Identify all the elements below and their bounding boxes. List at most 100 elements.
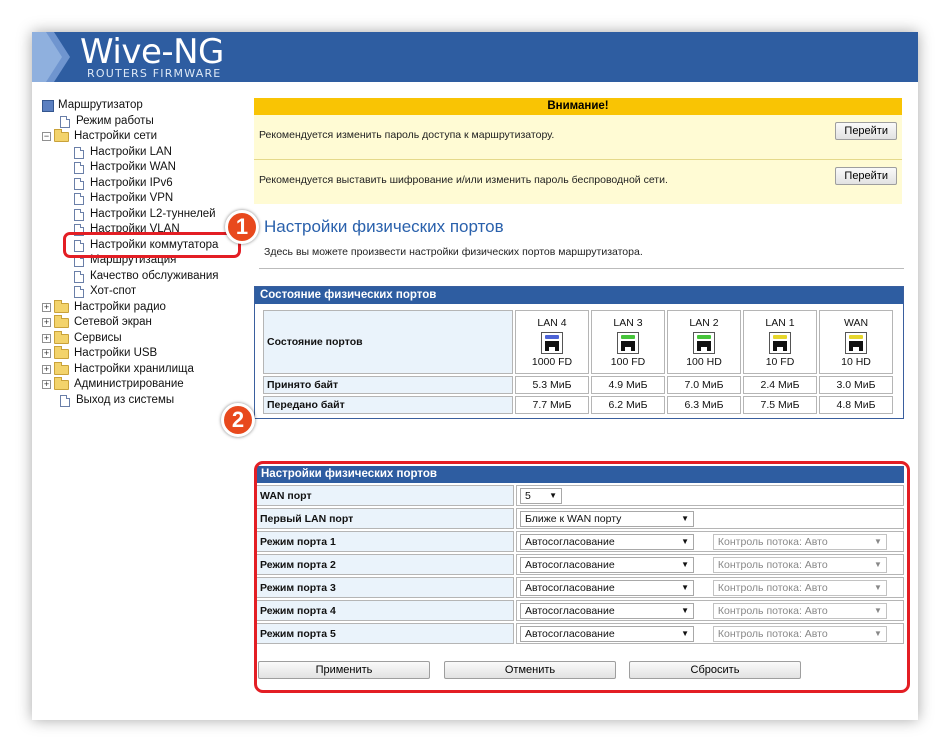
tree-item[interactable]: Выход из системы	[42, 393, 252, 409]
port-cell: LAN 2 100 HD	[667, 310, 741, 374]
port-name: LAN 4	[537, 316, 567, 329]
logo-subtitle: ROUTERS FIRMWARE	[87, 67, 222, 80]
router-icon	[42, 100, 54, 112]
port-led	[849, 334, 863, 339]
tree-folder[interactable]: + Настройки USB	[42, 346, 252, 362]
warning-title: Внимание!	[254, 98, 902, 115]
tx-value: 4.8 МиБ	[819, 396, 893, 414]
page-title: Настройки физических портов	[264, 217, 504, 236]
rx-value: 5.3 МиБ	[515, 376, 589, 394]
port-name: LAN 3	[613, 316, 643, 329]
tree-item-label: Настройки LAN	[90, 145, 172, 158]
port-cell: LAN 4 1000 FD	[515, 310, 589, 374]
page-icon	[74, 286, 84, 298]
status-panel: Состояние физических портов Состояние по…	[254, 286, 904, 419]
tree-item[interactable]: Настройки L2-туннелей	[42, 207, 252, 223]
tree-folder[interactable]: + Сетевой экран	[42, 315, 252, 331]
table-row: Состояние портов LAN 4 1000 FD LAN 3 100 F…	[263, 310, 893, 374]
highlight-switch-settings	[63, 232, 241, 258]
tree-folder[interactable]: + Сервисы	[42, 330, 252, 347]
ethernet-port-icon	[769, 331, 791, 354]
page-icon	[60, 394, 70, 407]
expand-icon: +	[42, 332, 51, 343]
tree-item[interactable]: Настройки VPN	[42, 191, 252, 207]
warning-row: Рекомендуется выставить шифрование и/или…	[254, 160, 902, 204]
ethernet-port-icon	[541, 331, 563, 354]
tree-item-label: Сервисы	[74, 331, 122, 344]
logo-title: Wive-NG	[80, 32, 224, 72]
tree-item-label: Режим работы	[76, 114, 154, 127]
tx-value: 7.5 МиБ	[743, 396, 817, 414]
row-label: Состояние портов	[263, 310, 513, 374]
warning-box: Внимание! Рекомендуется изменить пароль …	[254, 98, 902, 204]
folder-icon	[54, 330, 69, 344]
status-panel-title: Состояние физических портов	[255, 287, 903, 304]
tree-item-label: Выход из системы	[76, 393, 175, 406]
highlight-config-panel	[254, 461, 910, 693]
rx-value: 3.0 МиБ	[819, 376, 893, 394]
table-row: Передано байт 7.7 МиБ 6.2 МиБ 6.3 МиБ 7.…	[263, 396, 893, 414]
tree-item-label: Маршрутизатор	[58, 99, 143, 111]
tree-item-label: Настройки сети	[74, 130, 158, 142]
tree-folder[interactable]: + Администрирование	[42, 377, 252, 393]
tree-item[interactable]: Настройки WAN	[42, 160, 252, 176]
page-description: Здесь вы можете произвести настройки физ…	[264, 246, 643, 258]
rx-value: 4.9 МиБ	[591, 376, 665, 394]
folder-icon	[54, 346, 69, 359]
port-led	[697, 334, 711, 339]
ethernet-port-icon	[693, 331, 715, 354]
tree-item[interactable]: Качество обслуживания	[42, 269, 252, 285]
page-icon	[74, 162, 84, 174]
rx-value: 7.0 МиБ	[667, 376, 741, 394]
expand-icon: +	[42, 301, 51, 312]
goto-password-button[interactable]: Перейти	[835, 122, 897, 140]
warning-text: Рекомендуется изменить пароль доступа к …	[259, 129, 555, 141]
folder-icon	[54, 315, 69, 328]
tree-item-label: Настройки WAN	[90, 161, 176, 173]
tree-item-label: Настройки IPv6	[90, 176, 173, 189]
port-mode: 10 HD	[841, 355, 871, 368]
port-led	[621, 334, 635, 339]
tree-item-label: Настройки USB	[74, 347, 158, 359]
tree-item[interactable]: Настройки IPv6	[42, 176, 252, 192]
step-badge-1: 1	[225, 210, 259, 244]
tree-folder[interactable]: + Настройки радио	[42, 299, 252, 316]
tree-folder[interactable]: − Настройки сети	[42, 129, 252, 145]
row-label: Передано байт	[263, 396, 513, 414]
collapse-icon: −	[42, 131, 51, 141]
tree-folder[interactable]: + Настройки хранилища	[42, 361, 252, 378]
folder-icon	[54, 129, 69, 142]
ethernet-port-icon	[845, 331, 867, 354]
port-name: LAN 1	[765, 316, 795, 329]
folder-icon	[54, 299, 69, 313]
port-cell: WAN 10 HD	[819, 310, 893, 374]
port-cell: LAN 1 10 FD	[743, 310, 817, 374]
table-row: Принято байт 5.3 МиБ 4.9 МиБ 7.0 МиБ 2.4…	[263, 376, 893, 394]
port-mode: 100 FD	[610, 355, 646, 368]
expand-icon: +	[42, 348, 51, 358]
port-mode: 10 FD	[765, 355, 795, 368]
expand-icon: +	[42, 363, 51, 374]
folder-icon	[54, 361, 69, 375]
tx-value: 7.7 МиБ	[515, 396, 589, 414]
port-cell: LAN 3 100 FD	[591, 310, 665, 374]
folder-icon	[54, 377, 69, 390]
tree-item-label: Качество обслуживания	[90, 269, 219, 282]
warning-row: Рекомендуется изменить пароль доступа к …	[254, 115, 902, 159]
tx-value: 6.3 МиБ	[667, 396, 741, 414]
tree-item[interactable]: Режим работы	[42, 114, 252, 130]
warning-text: Рекомендуется выставить шифрование и/или…	[259, 174, 668, 186]
port-name: LAN 2	[689, 316, 719, 329]
tree-item-label: Администрирование	[74, 378, 184, 390]
port-name: WAN	[843, 316, 869, 329]
goto-wireless-button[interactable]: Перейти	[835, 167, 897, 185]
tree-item-label: Хот-спот	[90, 285, 137, 297]
page-icon	[74, 270, 84, 283]
tree-item[interactable]: Настройки LAN	[42, 145, 252, 161]
browser-frame: Wive-NG ROUTERS FIRMWARE Маршрутизатор Ре…	[32, 32, 918, 720]
tree-root[interactable]: Маршрутизатор	[42, 98, 252, 114]
divider	[259, 268, 904, 269]
status-table: Состояние портов LAN 4 1000 FD LAN 3 100 F…	[261, 308, 895, 416]
tree-item[interactable]: Хот-спот	[42, 284, 252, 300]
ethernet-port-icon	[617, 331, 639, 354]
